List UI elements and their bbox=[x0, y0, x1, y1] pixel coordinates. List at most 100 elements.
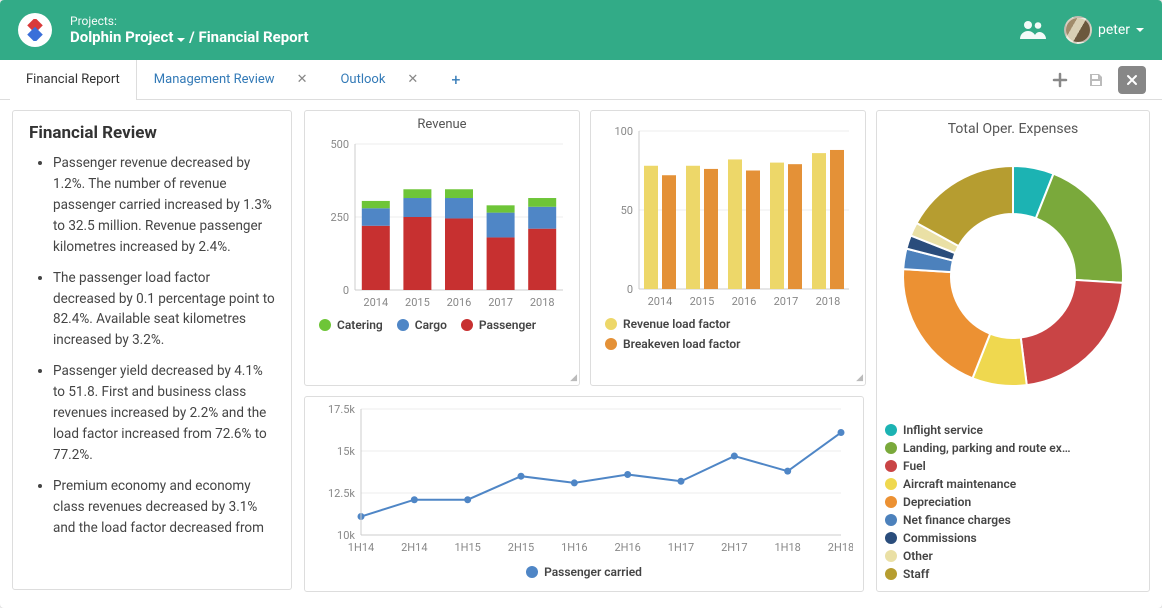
svg-text:2014: 2014 bbox=[363, 296, 388, 309]
close-panel-button[interactable] bbox=[1118, 66, 1146, 94]
svg-text:1H17: 1H17 bbox=[668, 541, 694, 554]
svg-text:1H14: 1H14 bbox=[348, 541, 374, 554]
legend-item[interactable]: Commissions bbox=[885, 531, 1135, 545]
legend-item[interactable]: Catering bbox=[319, 318, 383, 332]
svg-text:250: 250 bbox=[330, 211, 349, 224]
add-button[interactable] bbox=[1046, 66, 1074, 94]
legend-item[interactable]: Cargo bbox=[397, 318, 447, 332]
revenue-chart[interactable]: 025050020142015201620172018 bbox=[313, 134, 571, 314]
tab-actions bbox=[1046, 60, 1152, 99]
svg-text:1H15: 1H15 bbox=[454, 541, 480, 554]
tab-management-review[interactable]: Management Review ✕ bbox=[137, 60, 324, 99]
svg-text:2H16: 2H16 bbox=[614, 541, 640, 554]
app-logo[interactable] bbox=[18, 13, 52, 47]
projects-label: Projects: bbox=[70, 14, 309, 28]
legend-label: Staff bbox=[903, 567, 929, 581]
svg-text:0: 0 bbox=[343, 284, 349, 297]
tab-bar: Financial Report Management Review ✕ Out… bbox=[0, 60, 1162, 100]
legend-label: Commissions bbox=[903, 531, 977, 545]
legend-label: Depreciation bbox=[903, 495, 971, 509]
panel-heading: Financial Review bbox=[29, 123, 275, 143]
legend-color-icon bbox=[605, 318, 617, 330]
legend-color-icon bbox=[885, 424, 897, 436]
legend-color-icon bbox=[605, 338, 617, 350]
user-menu[interactable]: peter bbox=[1064, 16, 1144, 44]
users-icon[interactable] bbox=[1020, 19, 1046, 41]
breadcrumb-page: Financial Report bbox=[198, 28, 308, 46]
legend-color-icon bbox=[885, 568, 897, 580]
svg-text:1H16: 1H16 bbox=[561, 541, 587, 554]
save-button[interactable] bbox=[1082, 66, 1110, 94]
legend-item[interactable]: Other bbox=[885, 549, 1135, 563]
svg-text:2017: 2017 bbox=[488, 296, 513, 309]
svg-text:100: 100 bbox=[614, 125, 633, 138]
legend-item[interactable]: Fuel bbox=[885, 459, 1135, 473]
svg-text:2014: 2014 bbox=[648, 295, 673, 308]
project-dropdown[interactable]: Dolphin Project bbox=[70, 28, 185, 46]
legend-color-icon bbox=[885, 532, 897, 544]
chart-title: Revenue bbox=[305, 111, 579, 132]
legend-label: Landing, parking and route ex… bbox=[903, 441, 1071, 455]
logo-icon bbox=[24, 19, 46, 41]
tab-financial-report[interactable]: Financial Report bbox=[10, 60, 137, 99]
svg-text:2H15: 2H15 bbox=[508, 541, 534, 554]
review-list: Passenger revenue decreased by 1.2%. The… bbox=[29, 153, 275, 539]
passenger-carried-chart[interactable]: 10k12.5k15k17.5k1H142H141H152H151H162H16… bbox=[313, 399, 853, 561]
legend-item[interactable]: Landing, parking and route ex… bbox=[885, 441, 1135, 455]
legend-item[interactable]: Depreciation bbox=[885, 495, 1135, 509]
legend-item[interactable]: Net finance charges bbox=[885, 513, 1135, 527]
resize-handle-icon[interactable]: ◢ bbox=[570, 373, 577, 383]
svg-text:1H18: 1H18 bbox=[774, 541, 800, 554]
legend-label: Other bbox=[903, 549, 933, 563]
expenses-chart[interactable] bbox=[878, 141, 1148, 411]
app-header: Projects: Dolphin Project / Financial Re… bbox=[0, 0, 1162, 60]
list-item: Passenger yield decreased by 4.1% to 51.… bbox=[53, 361, 275, 466]
legend-item[interactable]: Revenue load factor bbox=[605, 317, 730, 331]
legend-item[interactable]: Inflight service bbox=[885, 423, 1135, 437]
svg-text:2016: 2016 bbox=[732, 295, 757, 308]
svg-text:2015: 2015 bbox=[690, 295, 715, 308]
svg-text:2015: 2015 bbox=[405, 296, 430, 309]
load-factor-chart[interactable]: 05010020142015201620172018 bbox=[599, 117, 857, 313]
legend-item[interactable]: Staff bbox=[885, 567, 1135, 581]
svg-text:2H17: 2H17 bbox=[721, 541, 747, 554]
legend-item[interactable]: Passenger carried bbox=[526, 565, 642, 579]
svg-text:500: 500 bbox=[330, 138, 349, 151]
legend-color-icon bbox=[885, 550, 897, 562]
list-item: The passenger load factor decreased by 0… bbox=[53, 268, 275, 352]
username: peter bbox=[1098, 22, 1130, 38]
dashboard-body: Financial Review Passenger revenue decre… bbox=[0, 100, 1162, 608]
tab-outlook[interactable]: Outlook ✕ bbox=[323, 60, 434, 99]
svg-text:0: 0 bbox=[627, 283, 633, 296]
chart-legend: Catering Cargo Passenger bbox=[305, 314, 579, 340]
legend-item[interactable]: Breakeven load factor bbox=[605, 337, 740, 351]
resize-handle-icon[interactable]: ◢ bbox=[856, 373, 863, 383]
close-icon[interactable]: ✕ bbox=[297, 72, 308, 87]
legend-label: Revenue load factor bbox=[623, 317, 730, 331]
legend-label: Inflight service bbox=[903, 423, 983, 437]
legend-color-icon bbox=[461, 319, 473, 331]
svg-text:2H18: 2H18 bbox=[828, 541, 853, 554]
chart-legend: Passenger carried bbox=[305, 561, 863, 587]
legend-item[interactable]: Passenger bbox=[461, 318, 536, 332]
svg-text:2H14: 2H14 bbox=[401, 541, 427, 554]
svg-text:2017: 2017 bbox=[774, 295, 799, 308]
close-icon[interactable]: ✕ bbox=[407, 72, 418, 87]
legend-color-icon bbox=[885, 496, 897, 508]
list-item: Passenger revenue decreased by 1.2%. The… bbox=[53, 153, 275, 258]
legend-item[interactable]: Aircraft maintenance bbox=[885, 477, 1135, 491]
breadcrumb: Dolphin Project / Financial Report bbox=[70, 28, 309, 46]
legend-color-icon bbox=[885, 442, 897, 454]
add-tab-button[interactable]: + bbox=[434, 60, 476, 99]
svg-text:15k: 15k bbox=[337, 445, 355, 458]
legend-label: Net finance charges bbox=[903, 513, 1011, 527]
legend-label: Aircraft maintenance bbox=[903, 477, 1016, 491]
financial-review-panel: Financial Review Passenger revenue decre… bbox=[12, 110, 292, 590]
passenger-carried-chart-panel: 10k12.5k15k17.5k1H142H141H152H151H162H16… bbox=[304, 396, 864, 592]
svg-text:2018: 2018 bbox=[816, 295, 841, 308]
legend-label: Cargo bbox=[415, 318, 447, 332]
chart-legend: Revenue load factor Breakeven load factor bbox=[591, 313, 865, 359]
svg-text:2016: 2016 bbox=[447, 296, 472, 309]
legend-label: Catering bbox=[337, 318, 383, 332]
legend-label: Fuel bbox=[903, 459, 926, 473]
